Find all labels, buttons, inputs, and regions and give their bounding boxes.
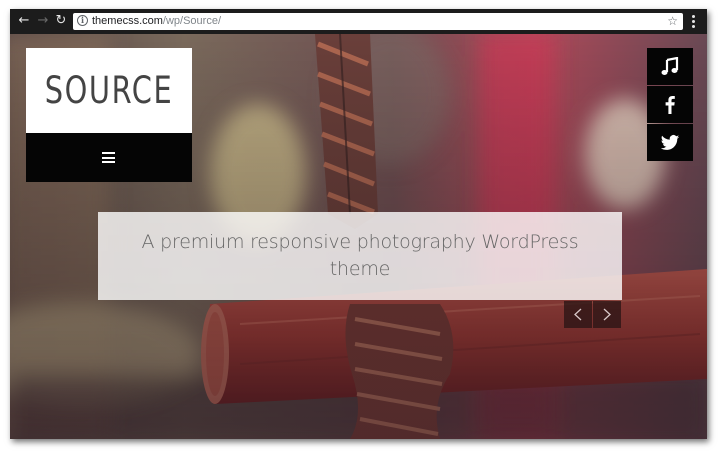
bookmark-star-icon[interactable]: ☆ [667,13,678,30]
music-icon [661,57,679,75]
twitter-icon [660,135,680,150]
hamburger-icon [102,152,115,163]
url-path: /wp/Source/ [162,15,222,27]
site-logo[interactable]: SOURCE [26,48,192,133]
menu-toggle-button[interactable] [26,133,192,182]
social-links [647,48,693,162]
browser-toolbar: ← → ↻ i themecss.com/wp/Source/ ☆ [10,9,707,34]
music-button[interactable] [647,48,693,85]
slider-next-button[interactable] [593,301,621,328]
twitter-button[interactable] [647,124,693,161]
browser-menu-icon[interactable] [692,15,696,29]
url-host: themecss.com [92,15,163,27]
chevron-right-icon [603,308,611,321]
url-text[interactable]: themecss.com/wp/Source/ [92,14,221,29]
hero-caption: A premium responsive photography WordPre… [98,212,622,300]
info-icon[interactable]: i [77,15,88,26]
logo-text: SOURCE [44,69,174,112]
hero-tagline: A premium responsive photography WordPre… [141,231,579,280]
chevron-left-icon [574,308,582,321]
browser-window: ← → ↻ i themecss.com/wp/Source/ ☆ SOURCE… [10,9,707,439]
facebook-icon [665,96,675,114]
facebook-button[interactable] [647,86,693,123]
slider-prev-button[interactable] [564,301,592,328]
address-bar[interactable]: i themecss.com/wp/Source/ ☆ [73,13,683,30]
back-icon[interactable]: ← [16,13,32,29]
reload-icon[interactable]: ↻ [53,13,69,29]
page-viewport: SOURCE A premium responsive photography … [10,34,707,439]
slider-controls [564,301,622,328]
forward-icon[interactable]: → [35,13,51,29]
